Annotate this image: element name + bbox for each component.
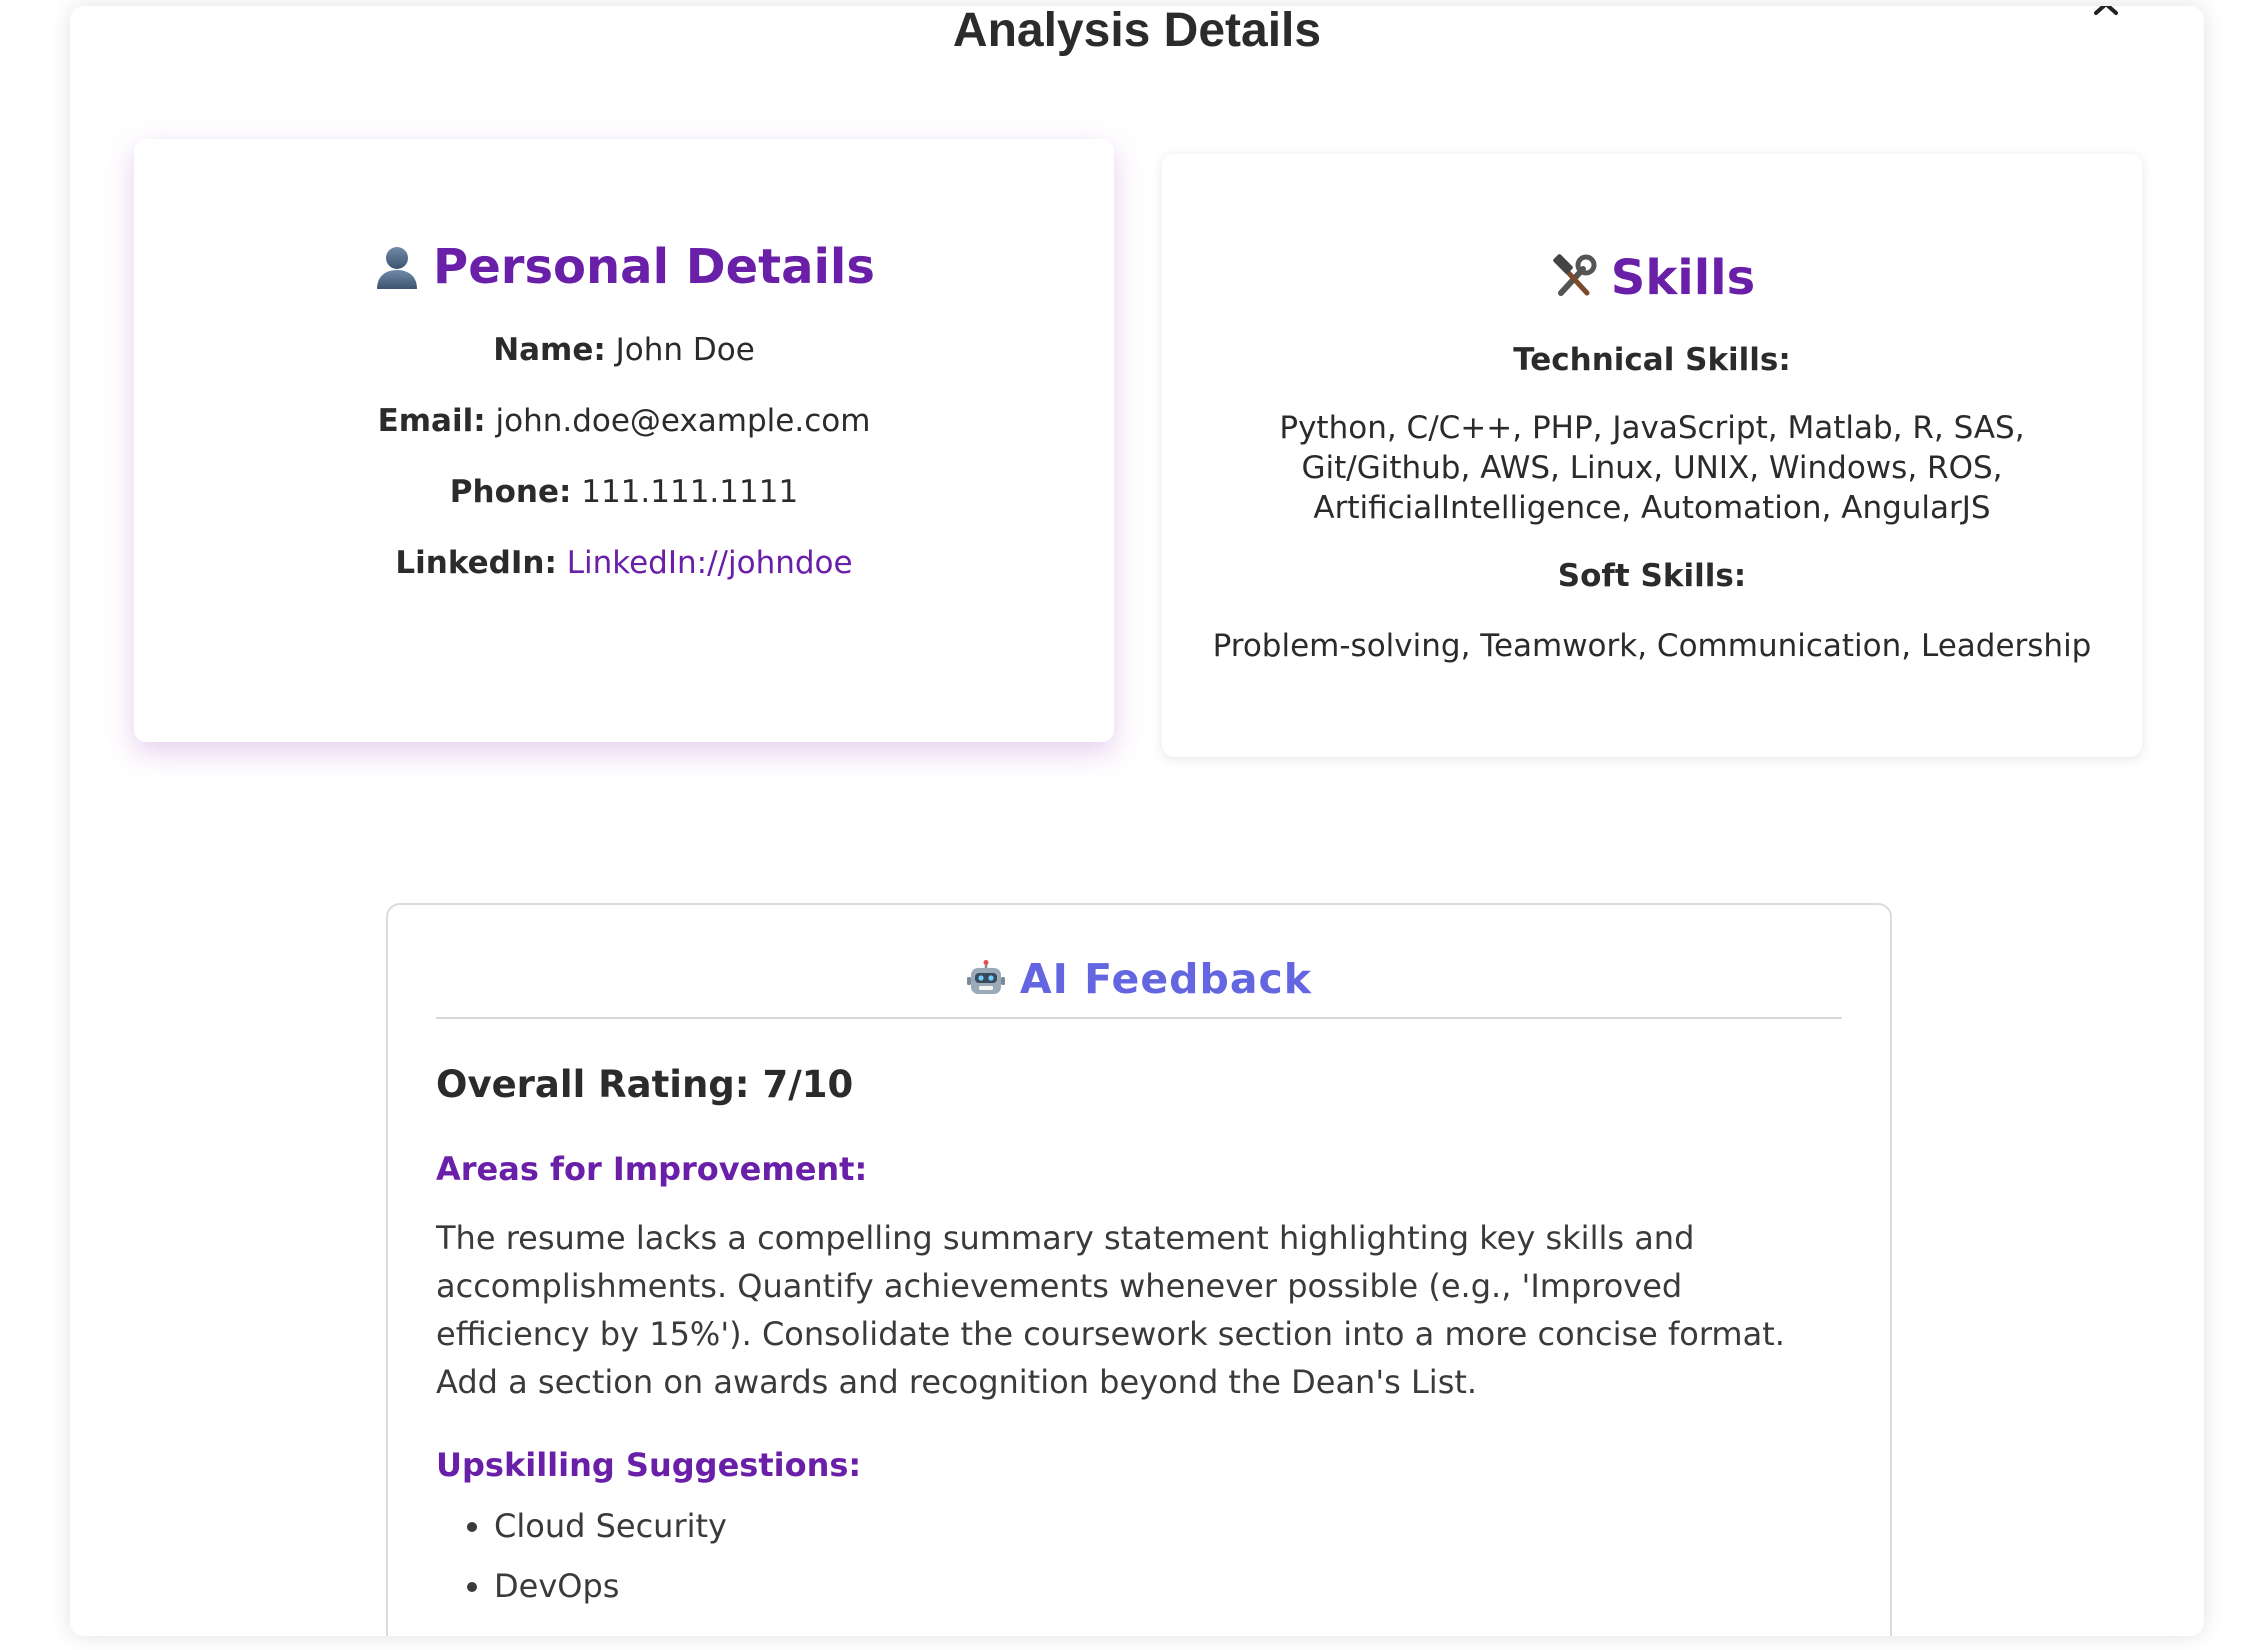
technical-skills-value: Python, C/C++, PHP, JavaScript, Matlab, … [1279, 410, 2025, 526]
analysis-details-modal: Analysis Details Personal Details Name: … [70, 6, 2204, 1636]
skills-card: Skills Technical Skills: Python, C/C++, … [1162, 154, 2142, 757]
technical-skills-label: Technical Skills: [1513, 342, 1791, 378]
hammer-and-wrench-icon [1549, 253, 1599, 303]
close-button[interactable] [2086, 6, 2126, 30]
modal-title: Analysis Details [952, 6, 1322, 57]
personal-details-heading: Personal Details [134, 239, 1114, 295]
linkedin-link[interactable]: LinkedIn://johndoe [567, 545, 853, 581]
phone-label: Phone: [449, 474, 572, 510]
chevron-up-icon [2091, 6, 2121, 18]
areas-for-improvement-text: The resume lacks a compelling summary st… [436, 1219, 1785, 1401]
ai-feedback-heading: AI Feedback [436, 955, 1842, 1019]
robot-icon [966, 959, 1006, 999]
skills-heading: Skills [1162, 250, 2142, 306]
name-label: Name: [493, 332, 606, 368]
person-silhouette-icon [373, 243, 421, 291]
list-item: Cloud Security [494, 1496, 1842, 1556]
linkedin-label: LinkedIn: [395, 545, 557, 581]
skills-heading-text: Skills [1610, 250, 1756, 306]
soft-skills-value: Problem-solving, Teamwork, Communication… [1212, 628, 2092, 664]
ai-feedback-card: AI Feedback Overall Rating: 7/10 Areas f… [386, 903, 1892, 1636]
overall-rating: Overall Rating: 7/10 [436, 1063, 854, 1106]
linkedin-row: LinkedIn: LinkedIn://johndoe [134, 528, 1114, 599]
email-row: Email: john.doe@example.com [134, 386, 1114, 457]
name-row: Name: John Doe [134, 315, 1114, 386]
ai-feedback-heading-text: AI Feedback [1019, 955, 1313, 1003]
list-item: DevOps [494, 1556, 1842, 1616]
upskilling-suggestions-list: Cloud Security DevOps [436, 1496, 1842, 1616]
upskilling-suggestions-title: Upskilling Suggestions: [436, 1446, 862, 1484]
personal-details-heading-text: Personal Details [433, 239, 875, 295]
email-label: Email: [377, 403, 486, 439]
personal-details-card: Personal Details Name: John Doe Email: j… [134, 139, 1114, 742]
name-value: John Doe [615, 332, 755, 368]
phone-row: Phone: 111.111.1111 [134, 457, 1114, 528]
soft-skills-label: Soft Skills: [1557, 558, 1747, 594]
email-value: john.doe@example.com [495, 403, 871, 439]
phone-value: 111.111.1111 [581, 474, 799, 510]
areas-for-improvement-title: Areas for Improvement: [436, 1150, 868, 1188]
